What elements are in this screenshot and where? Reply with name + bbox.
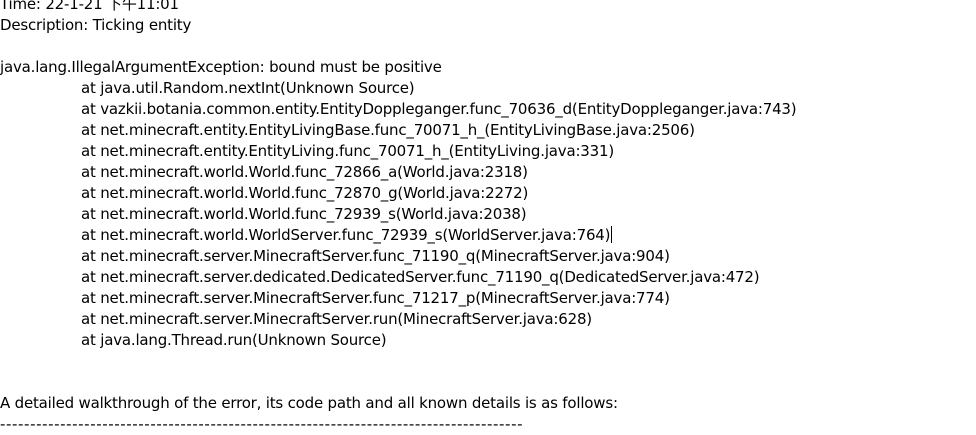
- stack-frame: at net.minecraft.server.dedicated.Dedica…: [81, 268, 760, 286]
- description-line: Description: Ticking entity: [0, 16, 192, 34]
- stack-frame: at net.minecraft.server.MinecraftServer.…: [81, 247, 670, 265]
- time-line: Time: 22-1-21 下午11:01: [0, 0, 179, 13]
- stack-frame-text: at net.minecraft.world.WorldServer.func_…: [81, 226, 611, 244]
- stack-frame: at net.minecraft.world.World.func_72866_…: [81, 163, 528, 181]
- stack-frame: at java.lang.Thread.run(Unknown Source): [81, 331, 387, 349]
- exception-message: java.lang.IllegalArgumentException: boun…: [0, 58, 442, 76]
- stack-frame: at net.minecraft.server.MinecraftServer.…: [81, 289, 670, 307]
- stack-frame: at vazkii.botania.common.entity.EntityDo…: [81, 100, 797, 118]
- stack-frame: at net.minecraft.server.MinecraftServer.…: [81, 310, 592, 328]
- stack-frame: at net.minecraft.world.World.func_72939_…: [81, 205, 527, 223]
- stack-frame: at net.minecraft.world.World.func_72870_…: [81, 184, 529, 202]
- divider-line: ----------------------------------------…: [0, 415, 524, 433]
- stack-frame: at net.minecraft.entity.EntityLivingBase…: [81, 121, 695, 139]
- text-cursor: [611, 226, 613, 243]
- stack-frame: at java.util.Random.nextInt(Unknown Sour…: [81, 79, 415, 97]
- walkthrough-line: A detailed walkthrough of the error, its…: [0, 394, 618, 412]
- stack-frame-with-caret: at net.minecraft.world.WorldServer.func_…: [0, 225, 976, 246]
- stack-frame: at net.minecraft.entity.EntityLiving.fun…: [81, 142, 614, 160]
- crash-report-text-view[interactable]: Time: 22-1-21 下午11:01 Description: Ticki…: [0, 0, 976, 433]
